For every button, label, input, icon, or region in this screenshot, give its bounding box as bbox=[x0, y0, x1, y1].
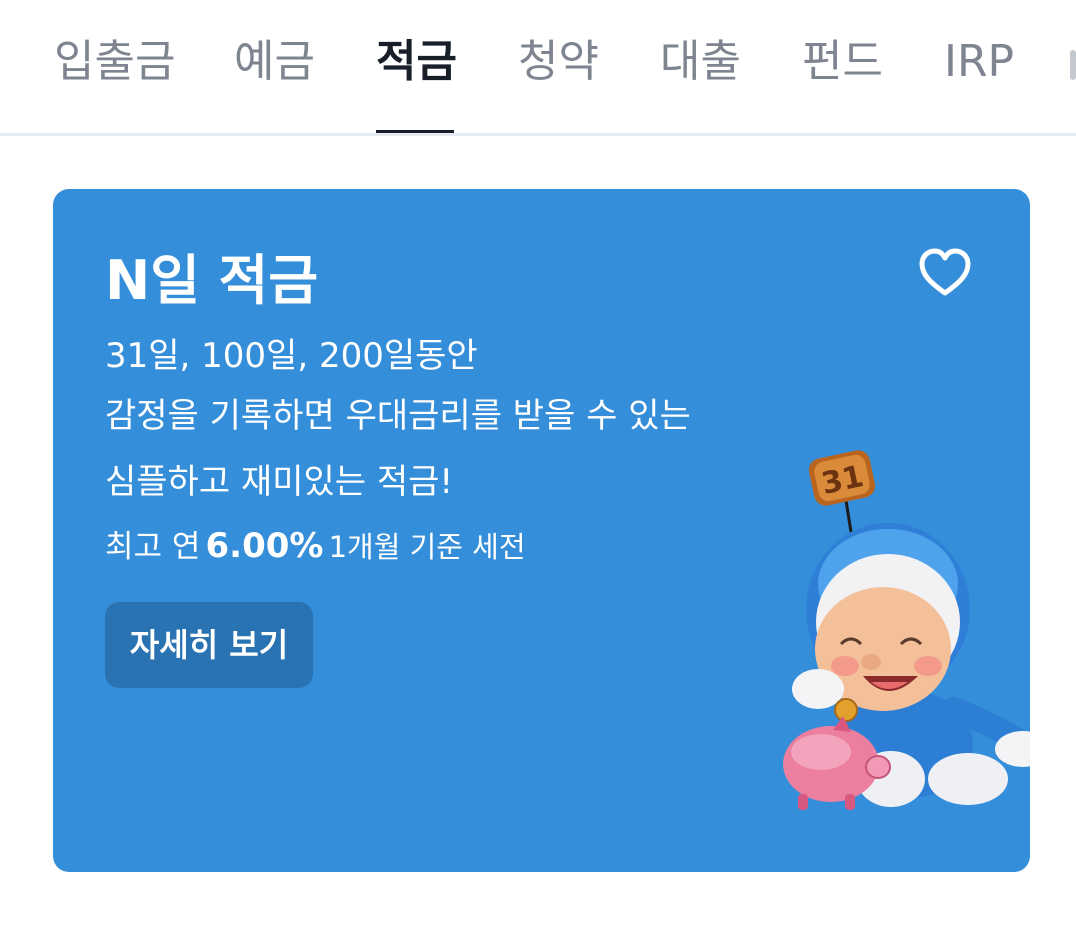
product-tab-bar: 입출금 예금 적금 청약 대출 펀드 IRP bbox=[0, 0, 1076, 136]
tab-time-deposit[interactable]: 예금 bbox=[234, 34, 315, 90]
product-title: N일 적금 bbox=[105, 249, 319, 312]
tab-loan[interactable]: 대출 bbox=[660, 34, 741, 90]
rate-prefix: 최고 연 bbox=[105, 529, 201, 565]
tab-irp[interactable]: IRP bbox=[944, 34, 1014, 90]
active-tab-indicator bbox=[376, 130, 454, 133]
product-card[interactable]: N일 적금 31일, 100일, 200일동안 감정을 기록하면 우대금리를 받… bbox=[53, 189, 1030, 872]
tab-installment-savings[interactable]: 적금 bbox=[376, 34, 457, 90]
tab-subscription[interactable]: 청약 bbox=[518, 34, 599, 90]
tab-fund[interactable]: 펀드 bbox=[802, 34, 883, 90]
rate-value: 6.00% bbox=[205, 526, 324, 566]
heart-outline-icon[interactable] bbox=[917, 245, 973, 301]
interest-rate-info: 최고 연 6.00% 1개월 기준 세전 bbox=[105, 523, 526, 575]
product-period-text: 31일, 100일, 200일동안 bbox=[105, 336, 478, 376]
view-details-button[interactable]: 자세히 보기 bbox=[105, 602, 313, 688]
rate-condition: 1개월 기준 세전 bbox=[328, 530, 526, 564]
product-description-line-2: 심플하고 재미있는 적금! bbox=[105, 462, 454, 502]
tab-overflow-indicator bbox=[1070, 50, 1076, 80]
tab-deposit-withdrawal[interactable]: 입출금 bbox=[54, 34, 175, 90]
mascot-illustration: 31 bbox=[783, 450, 1030, 810]
product-description-line-1: 감정을 기록하면 우대금리를 받을 수 있는 bbox=[105, 396, 691, 436]
